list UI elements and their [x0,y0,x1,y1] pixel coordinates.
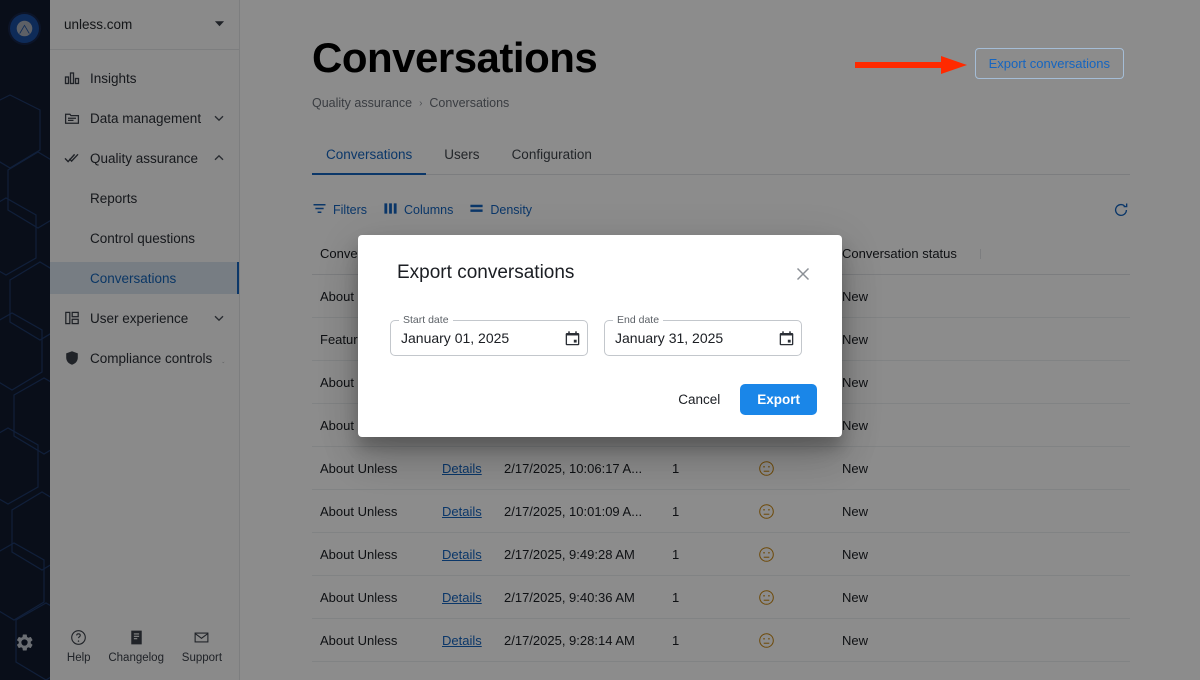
close-icon[interactable] [794,265,812,283]
end-date-value[interactable]: January 31, 2025 [615,330,778,346]
start-date-value[interactable]: January 01, 2025 [401,330,564,346]
app-root: unless.com Insights D [0,0,1200,680]
export-conversations-dialog: Export conversations Start date January … [358,235,842,437]
end-date-field[interactable]: End date January 31, 2025 [604,320,802,356]
end-date-label: End date [613,314,663,326]
calendar-icon[interactable] [778,330,795,347]
dialog-actions: Cancel Export [668,384,817,415]
export-button[interactable]: Export [740,384,817,415]
export-conversations-button[interactable]: Export conversations [975,48,1124,79]
dialog-title: Export conversations [397,262,574,284]
calendar-icon[interactable] [564,330,581,347]
start-date-label: Start date [399,314,453,326]
date-range-fields: Start date January 01, 2025 End date Jan… [390,320,802,356]
cancel-button[interactable]: Cancel [668,385,730,414]
start-date-field[interactable]: Start date January 01, 2025 [390,320,588,356]
